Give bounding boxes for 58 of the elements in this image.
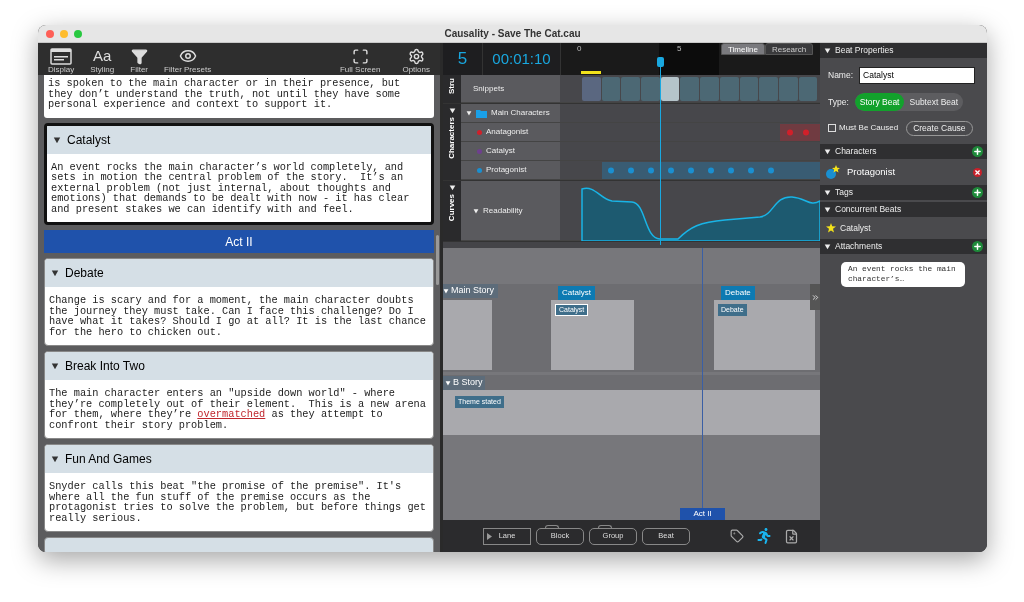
block-title[interactable]: Debate <box>721 286 755 300</box>
section-header[interactable]: Attachments <box>820 239 987 254</box>
beat-header[interactable]: Debate <box>45 259 433 287</box>
beat-title: Break Into Two <box>65 358 145 375</box>
time-ruler[interactable]: 0 5 Timeline Research <box>561 43 820 75</box>
lane-label[interactable]: Main Story <box>443 284 498 298</box>
section-header[interactable]: Beat Properties <box>820 43 987 58</box>
window-title: Causality - Save The Cat.cau <box>444 27 581 41</box>
track-name[interactable]: Anatagonist <box>461 123 560 141</box>
section-title: Attachments <box>835 240 884 253</box>
beat-text: The main character enters an "upside down world" - where they’re completely out of their element. This is a new arena for them, where they’re overmatched as they attempt to confront their story problem. <box>48 388 427 430</box>
track-name[interactable]: Readability <box>461 181 560 240</box>
lane-label[interactable]: B Story <box>443 375 485 390</box>
beat-header[interactable]: Break Into Two <box>45 352 433 380</box>
toolbar-button[interactable]: Filter Presets <box>160 45 216 75</box>
track-name[interactable]: Protagonist <box>461 161 560 179</box>
section-header[interactable]: Characters <box>820 144 987 159</box>
beat-title: Debate <box>65 265 104 282</box>
beat-title: Catalyst <box>67 131 111 149</box>
section-title: Concurrent Beats <box>835 203 903 216</box>
track-name[interactable]: Catalyst <box>461 142 560 160</box>
toolbar-button[interactable]: Options <box>398 45 434 75</box>
character-name: Protagonist <box>847 164 897 179</box>
section-label[interactable]: Characters <box>443 104 461 180</box>
beat-text: Change is scary and for a moment, the main character doubts the journey they must take. Can I face this challenge? Do I have what it takes? Should I go at all? It is the last chance for the hero to chicken out. <box>48 295 427 337</box>
section-title: Tags <box>835 186 854 199</box>
section-label[interactable]: Curves <box>443 181 461 241</box>
beat-name[interactable]: Catalyst <box>840 221 871 235</box>
beat-text: An event rocks the main character’s world completely, and sets in motion the central problem of the story. It’s an external problem (not just internal, about thoughts and emotions) that demands to be dealt with now - it has clear and present stakes we can identify with and feel. <box>50 161 411 214</box>
name-field[interactable]: Catalyst <box>859 66 976 84</box>
ruler-label: 0 <box>577 43 582 55</box>
toolbar-button[interactable]: Display <box>44 45 79 75</box>
beat-header[interactable]: Catalyst <box>47 125 431 154</box>
track-name[interactable]: Main Characters <box>461 104 560 122</box>
type-option[interactable]: Subtext Beat <box>904 93 964 111</box>
block-title[interactable]: Catalyst <box>558 286 595 300</box>
toolbar-button[interactable]: Aa Styling <box>86 45 119 75</box>
section-label[interactable]: Stru <box>443 75 461 103</box>
beat-text: is spoken to the main character or in their presence, but they don’t understand the truth, not until they have some personal experience and context to support it. <box>47 78 402 110</box>
act-bar[interactable]: Act II <box>44 230 434 253</box>
act-marker[interactable]: Act II <box>680 508 725 520</box>
section-header[interactable]: Concurrent Beats <box>820 202 987 217</box>
checkbox-label: Must Be Caused <box>839 122 899 134</box>
track-name[interactable]: Snippets <box>461 75 560 102</box>
beat-title: Fun And Games <box>65 451 152 468</box>
name-label: Name: <box>828 68 854 82</box>
type-label: Type: <box>828 95 849 109</box>
styling-glyph: Aa <box>93 47 112 65</box>
view-tab[interactable]: Timeline <box>721 43 765 55</box>
beat-header[interactable]: Fun And Games <box>45 445 433 473</box>
section-title: Characters <box>835 145 878 158</box>
ruler-label: 5 <box>677 43 682 55</box>
toolbar-button[interactable]: Full Screen <box>335 45 385 75</box>
view-tab[interactable]: Research <box>764 43 814 55</box>
section-title: Beat Properties <box>835 44 895 57</box>
section-header[interactable]: Tags <box>820 185 987 200</box>
toolbar-button[interactable]: Filter <box>126 45 153 75</box>
beat-text: Snyder calls this beat "the promise of the premise". It's where all the fun stuff of the premise occurs as the protagonist tries to solve the problem, but before things get really serious. <box>48 481 427 523</box>
